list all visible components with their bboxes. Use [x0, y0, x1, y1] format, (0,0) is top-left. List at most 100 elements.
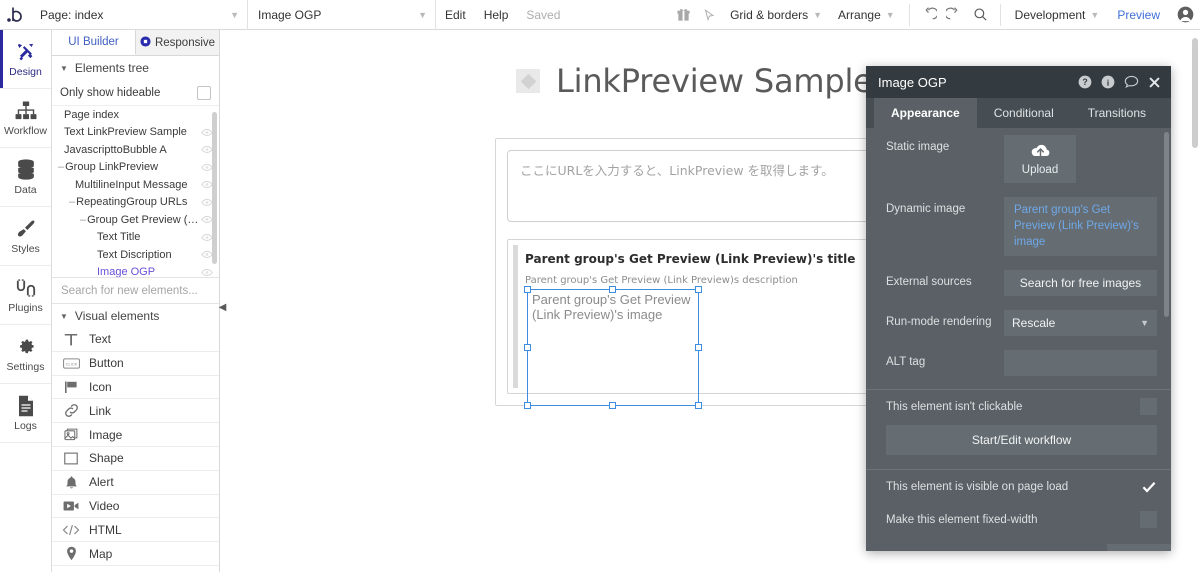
visual-element-link[interactable]: Link: [52, 399, 219, 424]
only-show-hideable-row[interactable]: Only show hideable: [52, 80, 219, 106]
elements-tree-header[interactable]: ▼ Elements tree: [52, 56, 219, 80]
visual-element-html[interactable]: HTML: [52, 518, 219, 543]
image-placeholder-icon: [516, 69, 540, 93]
fixed-width-checkbox[interactable]: [1140, 511, 1157, 528]
resize-handle-top-center[interactable]: [609, 286, 616, 293]
visual-element-icon[interactable]: Icon: [52, 376, 219, 400]
elements-tree[interactable]: Page index Text LinkPreview Sample Javascr…: [52, 106, 219, 278]
visual-element-alert[interactable]: Alert: [52, 471, 219, 495]
redo-icon[interactable]: [942, 0, 968, 30]
run-mode-rendering-select[interactable]: Rescale ▼: [1004, 310, 1157, 336]
search-new-elements-input[interactable]: Search for new elements...: [52, 278, 219, 304]
image-ogp-selected[interactable]: Parent group's Get Preview (Link Preview…: [524, 286, 702, 409]
comment-icon[interactable]: [1124, 75, 1139, 89]
resize-handle-top-left[interactable]: [524, 286, 531, 293]
run-mode-rendering-label: Run-mode rendering: [886, 316, 992, 328]
search-free-images-button[interactable]: Search for free images: [1004, 270, 1157, 296]
rail-item-data[interactable]: Data: [0, 148, 51, 207]
help-circle-icon[interactable]: ?: [1078, 75, 1092, 89]
visual-element-button[interactable]: CLICK Button: [52, 352, 219, 376]
minimum-width-input[interactable]: 20: [1107, 544, 1171, 551]
resize-handle-middle-left[interactable]: [524, 343, 531, 351]
visual-element-label: Shape: [89, 451, 124, 466]
tree-item[interactable]: JavascripttoBubble A: [52, 141, 219, 159]
external-sources-field: Search for free images: [1004, 270, 1157, 296]
search-icon[interactable]: [968, 0, 994, 30]
tab-responsive[interactable]: Responsive: [136, 30, 219, 55]
rail-label-workflow: Workflow: [4, 124, 47, 137]
tab-ui-builder[interactable]: UI Builder: [52, 30, 136, 55]
preview-button[interactable]: Preview: [1107, 8, 1170, 22]
chevron-down-icon: ▼: [1140, 318, 1149, 328]
visual-element-map[interactable]: Map: [52, 542, 219, 566]
flag-icon: [62, 380, 80, 394]
edit-menu[interactable]: Edit: [436, 0, 475, 30]
undo-icon[interactable]: [916, 0, 942, 30]
visible-on-page-load-row[interactable]: This element is visible on page load: [866, 470, 1171, 503]
elements-tree-scrollbar[interactable]: [212, 112, 217, 264]
tree-item[interactable]: – RepeatingGroup URLs: [52, 194, 219, 212]
tree-item[interactable]: – Group Get Preview (Lin...: [52, 211, 219, 229]
resize-handle-bottom-right[interactable]: [695, 402, 702, 409]
visual-elements-header[interactable]: ▼ Visual elements: [52, 304, 219, 328]
tree-collapse-icon[interactable]: –: [69, 196, 75, 208]
version-selector[interactable]: Development ▼: [1007, 0, 1108, 30]
page-selector[interactable]: Page: index ▼: [30, 0, 248, 30]
toolbar-divider: [908, 3, 910, 26]
property-panel-scrollbar[interactable]: [1164, 132, 1169, 317]
not-clickable-label: This element isn't clickable: [886, 400, 1023, 413]
tree-item[interactable]: Text Discription: [52, 246, 219, 264]
visual-element-image[interactable]: Image: [52, 423, 219, 447]
resize-handle-top-right[interactable]: [695, 286, 702, 293]
resize-handle-bottom-left[interactable]: [524, 402, 531, 409]
gift-icon[interactable]: [670, 0, 696, 30]
cursor-icon[interactable]: [696, 0, 722, 30]
rail-item-logs[interactable]: Logs: [0, 384, 51, 443]
left-panel: UI Builder Responsive ▼ Elements tree On…: [52, 30, 220, 572]
resize-handle-bottom-center[interactable]: [609, 402, 616, 409]
tree-item[interactable]: Page index: [52, 106, 219, 124]
upload-button[interactable]: Upload: [1004, 135, 1076, 183]
rail-item-settings[interactable]: Settings: [0, 325, 51, 384]
visual-element-text[interactable]: Text: [52, 328, 219, 352]
not-clickable-checkbox[interactable]: [1140, 398, 1157, 415]
tab-transitions[interactable]: Transitions: [1071, 98, 1163, 128]
tree-item[interactable]: – Group LinkPreview: [52, 159, 219, 177]
avatar[interactable]: [1170, 0, 1200, 30]
tab-conditional[interactable]: Conditional: [977, 98, 1071, 128]
not-clickable-row[interactable]: This element isn't clickable: [866, 390, 1171, 423]
visual-element-video[interactable]: Video: [52, 495, 219, 519]
dynamic-image-expression[interactable]: Parent group's Get Preview (Link Preview…: [1004, 197, 1157, 256]
tree-collapse-icon[interactable]: –: [58, 161, 64, 173]
canvas-scrollbar[interactable]: [1192, 38, 1198, 148]
collapse-left-panel-icon[interactable]: ◀: [218, 300, 227, 314]
fixed-width-row[interactable]: Make this element fixed-width: [866, 503, 1171, 536]
rail-item-workflow[interactable]: Workflow: [0, 89, 51, 148]
visual-element-shape[interactable]: Shape: [52, 447, 219, 471]
info-circle-icon[interactable]: i: [1101, 75, 1115, 89]
close-icon[interactable]: [1148, 76, 1161, 89]
resize-handle-middle-right[interactable]: [695, 343, 702, 351]
start-edit-workflow-button[interactable]: Start/Edit workflow: [886, 425, 1157, 455]
tree-item[interactable]: Text LinkPreview Sample: [52, 124, 219, 142]
grid-borders-menu[interactable]: Grid & borders ▼: [722, 0, 830, 30]
toolbar-divider: [999, 3, 1001, 26]
visibility-eye-icon[interactable]: [200, 266, 213, 277]
tree-item[interactable]: MultilineInput Message: [52, 176, 219, 194]
external-sources-label: External sources: [886, 276, 972, 288]
tab-appearance[interactable]: Appearance: [874, 98, 977, 128]
rail-item-design[interactable]: Design: [0, 30, 51, 89]
rail-item-plugins[interactable]: Plugins: [0, 266, 51, 325]
tree-collapse-icon[interactable]: –: [80, 214, 86, 226]
tree-item[interactable]: Image OGP: [52, 264, 219, 277]
alt-tag-input[interactable]: [1004, 350, 1157, 376]
help-menu[interactable]: Help: [475, 0, 518, 30]
arrange-menu[interactable]: Arrange ▼: [830, 0, 903, 30]
only-show-hideable-checkbox[interactable]: [197, 85, 211, 100]
visible-on-page-load-checkbox[interactable]: [1140, 478, 1157, 495]
video-icon: [62, 500, 80, 512]
rail-item-styles[interactable]: Styles: [0, 207, 51, 266]
bubble-logo-icon[interactable]: [0, 0, 30, 30]
tree-item[interactable]: Text Title: [52, 229, 219, 247]
element-selector[interactable]: Image OGP ▼: [248, 0, 436, 30]
